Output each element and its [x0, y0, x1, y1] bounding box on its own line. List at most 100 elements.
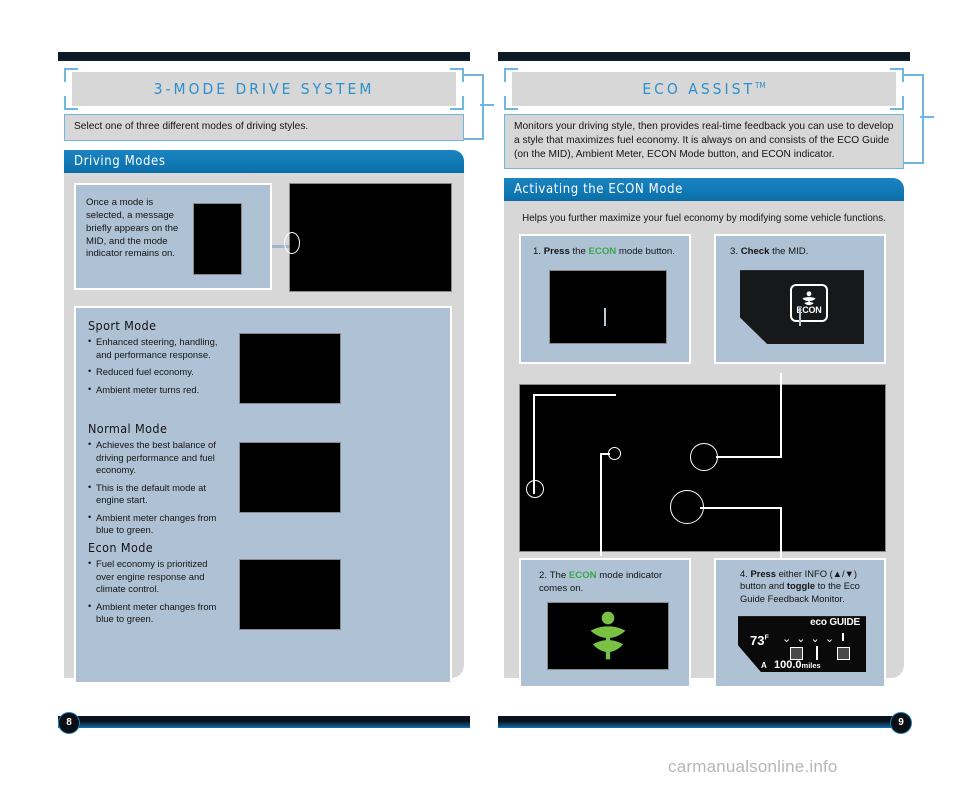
sport-mode-bullets: Enhanced steering, handling, and perform… [88, 335, 228, 397]
list-item: Ambient meter changes from blue to green… [88, 511, 233, 537]
econ-mode-photo [239, 559, 341, 630]
step-verb: Press [543, 246, 570, 258]
eco-guide-top-tick [842, 633, 844, 642]
eco-guide-display: eco GUIDE 73F ⌄ ⌄ ⌄ ⌄ A 100.0miles [738, 616, 866, 673]
mode-message-box: Once a mode is selected, a message brief… [74, 183, 272, 290]
right-page: ECO ASSISTTM Monitors your driving style… [480, 0, 940, 760]
page-title-text: ECO ASSIST [642, 80, 756, 98]
activating-econ-body: Helps you further maximize your fuel eco… [504, 201, 904, 698]
step-text-b: mode button. [616, 246, 675, 258]
instrument-cluster-photo [284, 183, 452, 292]
activating-econ-section: Activating the ECON Mode Helps you furth… [504, 178, 904, 689]
leader-v-3 [780, 373, 782, 459]
mode-message-row: Once a mode is selected, a message brief… [74, 183, 454, 298]
econ-button-photo [549, 270, 667, 345]
left-page-title-block: 3-MODE DRIVE SYSTEM [64, 68, 464, 110]
page-number-left: 8 [58, 712, 80, 734]
mode-indicator-callout-circle [284, 232, 300, 254]
list-item: Reduced fuel economy. [88, 365, 228, 379]
odometer-unit: miles [801, 661, 821, 671]
step-4-text: 4. Press either INFO (▲/▼) button and to… [740, 568, 876, 605]
page-number-right: 9 [890, 712, 912, 734]
driving-modes-heading: Driving Modes [74, 154, 166, 169]
step-number: 1. [533, 246, 542, 258]
leader-h-1 [533, 394, 616, 397]
eco-plant-green-icon [590, 611, 626, 660]
callout-circle-mid [690, 443, 718, 472]
activating-econ-header: Activating the ECON Mode [504, 178, 904, 201]
eco-guide-bar-right [837, 647, 850, 661]
list-item: Fuel economy is prioritized over engine … [88, 557, 228, 596]
step-verb: Check [740, 246, 770, 258]
step-text-a: the MID. [769, 246, 809, 258]
page-title: ECO ASSISTTM [642, 80, 765, 98]
mode-message-text: Once a mode is selected, a message brief… [86, 197, 179, 260]
activating-econ-heading: Activating the ECON Mode [514, 182, 683, 197]
econ-mode-heading: Econ Mode [88, 540, 154, 555]
econ-mode-block: Econ Mode Fuel economy is prioritized ov… [88, 540, 228, 631]
driving-modes-header: Driving Modes [64, 150, 464, 173]
econ-mode-button-graphic[interactable]: ECON [790, 284, 828, 323]
modes-list-box: Sport Mode Enhanced steering, handling, … [74, 306, 452, 684]
mid-message-photo [193, 203, 242, 275]
sport-mode-heading: Sport Mode [88, 318, 157, 333]
activating-econ-lead: Helps you further maximize your fuel eco… [522, 213, 886, 224]
left-page-intro: Select one of three different modes of d… [64, 114, 464, 142]
step-text-a: The [549, 570, 569, 582]
step-text-a: the [569, 246, 589, 258]
eco-guide-title: eco GUIDE [810, 617, 860, 629]
sport-mode-block: Sport Mode Enhanced steering, handling, … [88, 318, 228, 401]
steps-top-row: 1. Press the ECON mode button. 3. Check … [514, 234, 894, 366]
page-bottom-bar [58, 716, 470, 728]
step-number: 2. [539, 570, 548, 582]
econ-indicator-photo [547, 602, 669, 671]
eco-guide-temperature: 73F [750, 633, 769, 649]
driving-modes-section: Driving Modes Once a mode is selected, a… [64, 150, 464, 684]
temperature-unit: F [764, 634, 769, 642]
mid-display-photo: ECON [740, 270, 864, 345]
normal-mode-heading: Normal Mode [88, 421, 168, 436]
dashboard-photo [519, 373, 886, 566]
right-page-title-block: ECO ASSISTTM [504, 68, 904, 110]
eco-guide-center-tick [816, 646, 818, 661]
leader-v-4 [780, 507, 782, 566]
step-3-text: 3. Check the MID. [730, 246, 876, 259]
sport-mode-photo [239, 333, 341, 404]
step-toggle-keyword: toggle [786, 580, 816, 592]
leader-h-3 [716, 456, 782, 459]
right-page-title-bar: ECO ASSISTTM [512, 72, 896, 106]
steps-bottom-row: 2. The ECON mode indicator comes on. 4. … [514, 558, 894, 690]
page-title: 3-MODE DRIVE SYSTEM [153, 80, 375, 98]
driving-modes-body: Once a mode is selected, a message brief… [64, 173, 464, 694]
right-title-side-bracket-tail [920, 116, 934, 118]
eco-guide-odometer: 100.0miles [774, 659, 821, 672]
step-2-text: 2. The ECON mode indicator comes on. [539, 570, 679, 596]
eco-guide-trip-label: A [761, 661, 767, 671]
step-1-connector [604, 308, 606, 326]
trademark-mark: TM [755, 80, 766, 90]
callout-circle-econ-button [670, 490, 704, 525]
page-top-bar [498, 52, 910, 61]
list-item: Ambient meter turns red. [88, 383, 228, 397]
eco-guide-screen: eco GUIDE 73F ⌄ ⌄ ⌄ ⌄ A 100.0miles [738, 616, 866, 673]
eco-guide-chevrons: ⌄ ⌄ ⌄ ⌄ [782, 633, 836, 646]
econ-keyword: ECON [568, 570, 597, 582]
list-item: Enhanced steering, handling, and perform… [88, 335, 228, 361]
left-page: 3-MODE DRIVE SYSTEM Select one of three … [40, 0, 500, 760]
right-page-intro: Monitors your driving style, then provid… [504, 114, 904, 170]
normal-mode-bullets: Achieves the best balance of driving per… [88, 438, 233, 537]
normal-mode-block: Normal Mode Achieves the best balance of… [88, 421, 233, 542]
step-3-connector [799, 308, 801, 326]
step-1-text: 1. Press the ECON mode button. [533, 246, 681, 259]
leader-v-1 [533, 394, 535, 495]
step-number: 3. [730, 246, 739, 258]
normal-mode-photo [239, 442, 341, 513]
list-item: Achieves the best balance of driving per… [88, 438, 233, 477]
list-item: This is the default mode at engine start… [88, 481, 233, 507]
step-1-panel: 1. Press the ECON mode button. [519, 234, 691, 365]
eco-plant-icon [802, 291, 816, 306]
leader-v-2 [600, 453, 602, 557]
step-4-panel: 4. Press either INFO (▲/▼) button and to… [714, 558, 886, 689]
page-top-bar [58, 52, 470, 61]
page-bottom-bar [498, 716, 910, 728]
